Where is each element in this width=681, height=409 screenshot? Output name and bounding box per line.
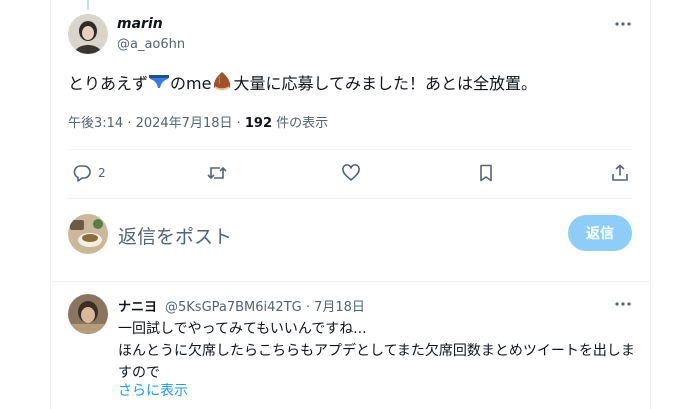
author-avatar[interactable] — [68, 14, 108, 54]
thread-connector-line — [87, 0, 89, 10]
author-handle[interactable]: @a_ao6hn — [117, 37, 185, 52]
heart-icon — [342, 164, 360, 181]
briefs-emoji — [148, 72, 170, 96]
bookmark-button[interactable] — [476, 163, 496, 183]
tweet-text-part1: とりあえず — [68, 74, 149, 93]
column-border-right — [650, 0, 651, 409]
tweet-text-part3: 大量に応募してみました！あとは全放置。 — [233, 74, 537, 93]
reply-more-options-button[interactable] — [613, 294, 633, 314]
reply-author-handle-date[interactable]: @5KsGPa7BM6i42TG · 7月18日 — [165, 296, 365, 315]
reply-text-line1: 一回試しでやってみてもいいんですね... — [118, 321, 367, 337]
reply-button[interactable]: 2 — [72, 163, 106, 183]
share-icon — [612, 164, 628, 181]
column-border-left — [50, 0, 51, 409]
bookmark-icon — [480, 164, 492, 182]
reply-submit-button[interactable]: 返信 — [568, 215, 632, 251]
more-options-button[interactable] — [613, 14, 633, 34]
meta-divider — [68, 149, 632, 150]
reply-icon — [73, 165, 91, 182]
tweet-text-part2: のme — [170, 74, 212, 93]
author-display-name[interactable]: marin — [117, 16, 163, 32]
current-user-avatar[interactable] — [68, 214, 108, 254]
reply-author-avatar[interactable] — [68, 294, 108, 334]
chestnut-emoji — [211, 70, 233, 98]
view-label: 件の表示 — [272, 116, 329, 131]
more-horizontal-icon — [615, 22, 631, 26]
composer-divider — [50, 281, 650, 282]
reply-count: 2 — [98, 166, 106, 180]
actions-divider — [68, 198, 632, 199]
show-more-link[interactable]: さらに表示 — [118, 380, 188, 400]
view-count: 192 — [244, 116, 273, 131]
reply-text: 一回試しでやってみてもいいんですね... ほんとうに欠席したらこちらもアプデとし… — [118, 318, 638, 384]
reply-input[interactable]: 返信をポスト — [118, 222, 232, 249]
reply-text-line2: ほんとうに欠席したらこちらもアプデとしてまた欠席回数まとめツイートを出しますので — [118, 343, 635, 381]
reply-author-name[interactable]: ナニヨ — [118, 296, 157, 315]
retweet-button[interactable] — [206, 163, 228, 183]
more-horizontal-icon — [615, 302, 631, 306]
tweet-text: とりあえず のme 大量に応募してみました！あとは全放置。 — [68, 70, 537, 98]
share-button[interactable] — [610, 163, 630, 183]
like-button[interactable] — [341, 163, 361, 183]
tweet-meta: 午後3:14 · 2024年7月18日 · 192 件の表示 — [68, 112, 328, 131]
tweet-timestamp[interactable]: 午後3:14 · 2024年7月18日 · — [68, 116, 245, 131]
retweet-icon — [207, 166, 227, 180]
